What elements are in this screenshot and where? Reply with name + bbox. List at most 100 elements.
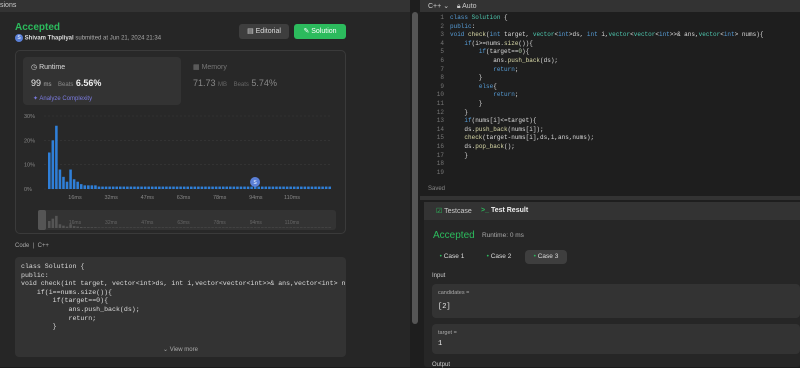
runtime-title-text: Runtime (39, 64, 65, 71)
editorial-label: Editorial (256, 28, 281, 35)
chart-bar (55, 126, 58, 189)
left-header: sions ⛓ (0, 0, 410, 12)
output-label: Output (432, 362, 450, 368)
avatar[interactable]: S (15, 34, 23, 42)
author-name[interactable]: Shivam Thapliyal (25, 36, 74, 42)
chart-bar (66, 182, 69, 189)
chart-bar (222, 187, 225, 189)
tab-testcase[interactable]: ☑ Testcase (436, 207, 472, 215)
sparkle-icon: ✦ (33, 96, 38, 102)
case-1-label: Case 1 (444, 253, 465, 260)
chart-range-tick-label: 32ms (105, 220, 118, 226)
chart-bar (84, 185, 87, 189)
chart-bar (240, 187, 243, 189)
chevron-down-icon: ⌄ (443, 3, 449, 10)
scrollbar-thumb[interactable] (412, 12, 418, 324)
chart-bar (243, 187, 246, 189)
chart-bar (158, 187, 161, 189)
code-editor[interactable]: 1 2 3 4 5 6 7 8 9 10 11 12 13 14 15 16 1… (420, 12, 800, 182)
language-select[interactable]: C++ ⌄ (428, 3, 449, 10)
case-3-label: Case 3 (538, 253, 559, 260)
chart-bar (275, 187, 278, 189)
case-2-tab[interactable]: • Case 2 (478, 250, 520, 264)
chart-bar (321, 187, 324, 189)
analyze-complexity-link[interactable]: ✦ Analyze Complexity (33, 95, 92, 102)
chart-range-bar (52, 219, 55, 228)
code-preview: class Solution { public: void check(int … (15, 257, 346, 357)
test-tabs: ☑ Testcase >_ Test Result (424, 202, 800, 220)
runtime-unit: ms (44, 82, 52, 88)
view-more-button[interactable]: ⌄ View more (15, 346, 346, 353)
mode-label: Auto (462, 3, 476, 10)
auto-mode[interactable]: 🔒︎ Auto (457, 3, 477, 10)
chart-bar (80, 184, 83, 189)
checkbox-icon: ☑ (436, 208, 442, 215)
chart-bar (328, 187, 331, 189)
chart-bar (325, 187, 328, 189)
chart-bar (183, 187, 186, 189)
memory-beats-pct: 5.74% (251, 78, 277, 88)
chart-bar (144, 187, 147, 189)
chart-x-tick-label: 110ms (284, 195, 300, 201)
pass-dot-icon: • (440, 253, 442, 260)
editorial-button[interactable]: ▤ Editorial (239, 24, 289, 39)
memory-card[interactable]: ▦ Memory 71.73 MB Beats 5.74% (191, 57, 341, 105)
chart-bar (307, 187, 310, 189)
runtime-card[interactable]: ◷ Runtime 99 ms Beats 6.56% ✦ Analyze Co… (23, 57, 181, 105)
chart-bar (268, 187, 271, 189)
chart-bar (112, 187, 115, 189)
chart-bar (297, 187, 300, 189)
panel-splitter[interactable] (420, 196, 800, 200)
chart-bar (250, 187, 253, 189)
chart-range-bar (59, 224, 62, 228)
case-1-tab[interactable]: • Case 1 (432, 250, 472, 264)
chart-bar (201, 187, 204, 189)
left-scrollbar[interactable] (410, 0, 420, 367)
chart-bar (311, 187, 314, 189)
case-3-tab[interactable]: • Case 3 (525, 250, 567, 264)
submitted-time: submitted at Jun 21, 2024 21:34 (75, 36, 161, 42)
language-label: C++ (428, 3, 441, 10)
chart-x-tick-label: 16ms (68, 195, 82, 201)
chart-bar (197, 187, 200, 189)
solution-button[interactable]: ✎ Solution (294, 24, 346, 39)
chart-bar (76, 182, 79, 189)
chart-bar (261, 187, 264, 189)
input-candidates: candidates = [2] (432, 284, 800, 318)
pass-dot-icon: • (487, 253, 489, 260)
chart-bar (123, 187, 126, 189)
chart-range-bar (66, 227, 69, 228)
editor-code[interactable]: class Solution { public: void check(int … (450, 14, 763, 169)
runtime-beats-label: Beats (58, 82, 73, 88)
chart-range-bar (91, 227, 94, 228)
chart-bar (59, 170, 62, 189)
chart-range-bar (80, 227, 83, 228)
chart-bar (226, 187, 229, 189)
memory-value: 71.73 MB Beats 5.74% (193, 78, 277, 88)
chart-y-tick-label: 20% (24, 138, 35, 144)
chart-bar (179, 187, 182, 189)
chart-bar (318, 187, 321, 189)
chart-bar (293, 187, 296, 189)
chart-x-tick-label: 63ms (177, 195, 191, 201)
chart-range-bar (87, 227, 90, 228)
chart-bar (108, 187, 111, 189)
chart-bar (172, 187, 175, 189)
edit-icon: ✎ (303, 28, 309, 35)
chart-bar (87, 185, 90, 189)
solution-label: Solution (311, 28, 336, 35)
chart-bar (186, 187, 189, 189)
case-2-label: Case 2 (491, 253, 512, 260)
chart-bar (300, 187, 303, 189)
submission-panel: sions ⛓ Accepted S Shivam Thapliyal subm… (0, 0, 410, 367)
input-value: [2] (438, 303, 451, 311)
chart-bar (130, 187, 133, 189)
chart-bar (176, 187, 179, 189)
tab-test-result[interactable]: >_ Test Result (481, 207, 528, 214)
runtime-distribution-chart[interactable]: 30%20%10%0%16ms32ms47ms63ms78ms94ms110ms… (16, 107, 347, 235)
chart-bar (119, 187, 122, 189)
chart-bar (133, 187, 136, 189)
chart-bar (155, 187, 158, 189)
chart-bar (211, 187, 214, 189)
chart-bar (247, 187, 250, 189)
